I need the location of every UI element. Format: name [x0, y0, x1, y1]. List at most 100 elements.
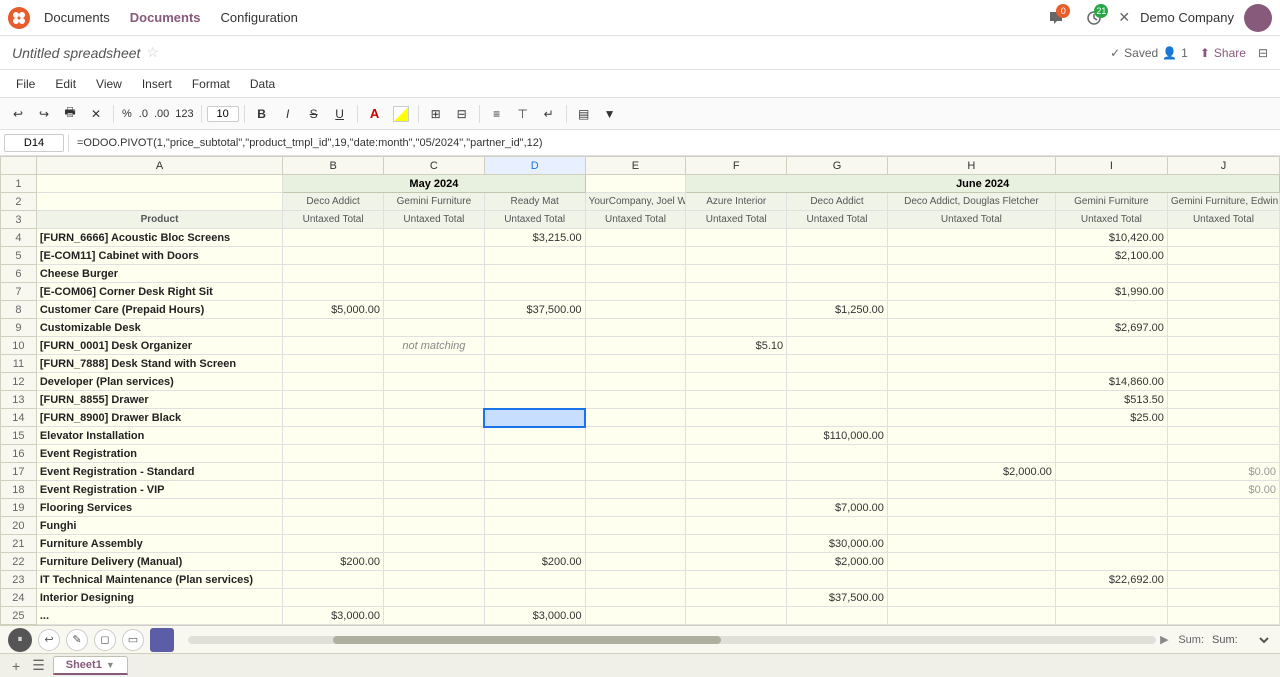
font-size-input[interactable] — [207, 106, 239, 122]
highlight-color-button[interactable] — [389, 102, 413, 126]
cell-A2[interactable] — [36, 193, 282, 211]
cell-I17[interactable] — [1055, 463, 1167, 481]
cell-H14[interactable] — [887, 409, 1055, 427]
favorite-star-icon[interactable]: ☆ — [146, 44, 159, 61]
cell-A20[interactable]: Funghi — [36, 517, 282, 535]
cell-A12[interactable]: Developer (Plan services) — [36, 373, 282, 391]
filter-button[interactable]: ▼ — [598, 102, 622, 126]
print-button[interactable]: 🖶 — [58, 102, 82, 126]
cell-F9[interactable] — [686, 319, 787, 337]
cell-F6[interactable] — [686, 265, 787, 283]
cell-F12[interactable] — [686, 373, 787, 391]
highlight-draw-button[interactable]: ▭ — [122, 629, 144, 651]
cell-H21[interactable] — [887, 535, 1055, 553]
cell-F17[interactable] — [686, 463, 787, 481]
cell-J14[interactable] — [1167, 409, 1279, 427]
cell-D22[interactable]: $200.00 — [484, 553, 585, 571]
cell-A14[interactable]: [FURN_8900] Drawer Black — [36, 409, 282, 427]
cell-J12[interactable] — [1167, 373, 1279, 391]
cell-G25[interactable] — [787, 607, 888, 625]
cell-H15[interactable] — [887, 427, 1055, 445]
cell-D24[interactable] — [484, 589, 585, 607]
cell-J9[interactable] — [1167, 319, 1279, 337]
cell-I14[interactable]: $25.00 — [1055, 409, 1167, 427]
cell-B23[interactable] — [283, 571, 384, 589]
clear-format-button[interactable]: ✕ — [84, 102, 108, 126]
sheet-menu-button[interactable]: ☰ — [28, 657, 49, 674]
cell-J7[interactable] — [1167, 283, 1279, 301]
cell-A7[interactable]: [E-COM06] Corner Desk Right Sit — [36, 283, 282, 301]
cell-J21[interactable] — [1167, 535, 1279, 553]
cell-H25[interactable] — [887, 607, 1055, 625]
cell-G24[interactable]: $37,500.00 — [787, 589, 888, 607]
cell-G14[interactable] — [787, 409, 888, 427]
cell-C23[interactable] — [384, 571, 485, 589]
col-header-C[interactable]: C — [384, 157, 485, 175]
cell-F18[interactable] — [686, 481, 787, 499]
menu-edit[interactable]: Edit — [47, 75, 84, 93]
menu-view[interactable]: View — [88, 75, 130, 93]
cell-E9[interactable] — [585, 319, 686, 337]
cell-B15[interactable] — [283, 427, 384, 445]
cell-J19[interactable] — [1167, 499, 1279, 517]
col-header-E[interactable]: E — [585, 157, 686, 175]
cell-G20[interactable] — [787, 517, 888, 535]
cell-J6[interactable] — [1167, 265, 1279, 283]
cell-G8[interactable]: $1,250.00 — [787, 301, 888, 319]
cell-G21[interactable]: $30,000.00 — [787, 535, 888, 553]
cell-A18[interactable]: Event Registration - VIP — [36, 481, 282, 499]
cell-E20[interactable] — [585, 517, 686, 535]
col-header-D[interactable]: D — [484, 157, 585, 175]
wrap-button[interactable]: ↵ — [537, 102, 561, 126]
cell-B4[interactable] — [283, 229, 384, 247]
cell-A10[interactable]: [FURN_0001] Desk Organizer — [36, 337, 282, 355]
cell-G11[interactable] — [787, 355, 888, 373]
cell-E17[interactable] — [585, 463, 686, 481]
valign-button[interactable]: ⊤ — [511, 102, 535, 126]
cell-F23[interactable] — [686, 571, 787, 589]
redo-button[interactable]: ↪ — [32, 102, 56, 126]
add-sheet-button[interactable]: + — [8, 658, 24, 674]
cell-C5[interactable] — [384, 247, 485, 265]
sum-dropdown[interactable]: Sum: Average: Count: — [1208, 633, 1272, 647]
cell-H18[interactable] — [887, 481, 1055, 499]
col-header-B[interactable]: B — [283, 157, 384, 175]
cell-B24[interactable] — [283, 589, 384, 607]
cell-I23[interactable]: $22,692.00 — [1055, 571, 1167, 589]
cell-C15[interactable] — [384, 427, 485, 445]
italic-button[interactable]: I — [276, 102, 300, 126]
cell-D25[interactable]: $3,000.00 — [484, 607, 585, 625]
cell-I5[interactable]: $2,100.00 — [1055, 247, 1167, 265]
cell-C22[interactable] — [384, 553, 485, 571]
cell-J11[interactable] — [1167, 355, 1279, 373]
cell-E18[interactable] — [585, 481, 686, 499]
horizontal-scrollbar[interactable] — [188, 636, 1156, 644]
cell-F5[interactable] — [686, 247, 787, 265]
cell-C14[interactable] — [384, 409, 485, 427]
cell-H10[interactable] — [887, 337, 1055, 355]
cell-G4[interactable] — [787, 229, 888, 247]
cell-H9[interactable] — [887, 319, 1055, 337]
cell-B11[interactable] — [283, 355, 384, 373]
cell-G18[interactable] — [787, 481, 888, 499]
cell-J5[interactable] — [1167, 247, 1279, 265]
cell-C21[interactable] — [384, 535, 485, 553]
align-button[interactable]: ≡ — [485, 102, 509, 126]
cell-A9[interactable]: Customizable Desk — [36, 319, 282, 337]
cell-G16[interactable] — [787, 445, 888, 463]
cell-B6[interactable] — [283, 265, 384, 283]
cell-H24[interactable] — [887, 589, 1055, 607]
cell-B19[interactable] — [283, 499, 384, 517]
cell-H11[interactable] — [887, 355, 1055, 373]
cell-G13[interactable] — [787, 391, 888, 409]
cell-E21[interactable] — [585, 535, 686, 553]
share-button[interactable]: ⬆ Share — [1200, 46, 1246, 60]
cell-A6[interactable]: Cheese Burger — [36, 265, 282, 283]
cell-G12[interactable] — [787, 373, 888, 391]
cell-D19[interactable] — [484, 499, 585, 517]
cell-F11[interactable] — [686, 355, 787, 373]
cell-H12[interactable] — [887, 373, 1055, 391]
cell-I10[interactable] — [1055, 337, 1167, 355]
cell-D14[interactable] — [484, 409, 585, 427]
cell-E12[interactable] — [585, 373, 686, 391]
